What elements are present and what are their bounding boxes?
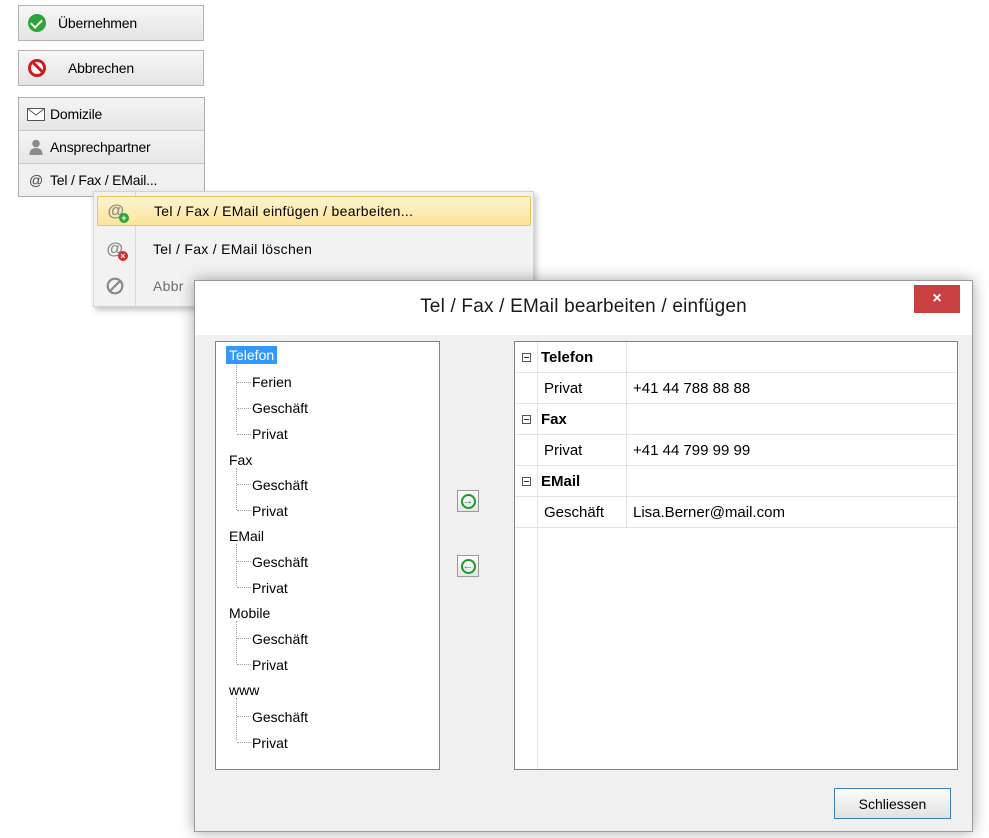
grid-group-label: EMail [537, 466, 627, 496]
tree-node-child[interactable]: Geschäft [252, 399, 308, 417]
close-icon: × [932, 290, 942, 307]
nav-item-label: Tel / Fax / EMail... [50, 172, 158, 188]
cancel-button[interactable]: Abbrechen [18, 50, 204, 86]
tree-connector [237, 587, 251, 588]
tree-connector [237, 638, 251, 639]
grid-cell-value[interactable]: +41 44 788 88 88 [627, 373, 750, 403]
menu-item-label: Tel / Fax / EMail löschen [153, 241, 313, 257]
remove-entry-button[interactable]: ← [457, 555, 479, 577]
menu-item-label: Tel / Fax / EMail einfügen / bearbeiten.… [154, 203, 414, 219]
grid-group-row[interactable]: Telefon [515, 342, 957, 373]
tree-connector [236, 698, 237, 740]
tree-node-child[interactable]: Privat [252, 734, 288, 752]
grid-cell-type: Privat [537, 435, 627, 465]
grid-row[interactable]: Geschäft Lisa.Berner@mail.com [515, 497, 957, 528]
schliessen-button[interactable]: Schliessen [834, 788, 951, 819]
grid-group-row[interactable]: EMail [515, 466, 957, 497]
tree-node-child[interactable]: Privat [252, 425, 288, 443]
tree-connector [237, 382, 251, 383]
grid-cell-type: Geschäft [537, 497, 627, 527]
tree-connector [237, 742, 251, 743]
grid-row[interactable]: Privat +41 44 788 88 88 [515, 373, 957, 404]
tree-node-child[interactable]: Geschäft [252, 708, 308, 726]
nav-item-label: Ansprechpartner [50, 139, 151, 155]
grid-row[interactable]: Privat +41 44 799 99 99 [515, 435, 957, 466]
tree-node-child[interactable]: Ferien [252, 373, 292, 391]
collapse-icon[interactable] [521, 476, 531, 486]
person-icon [26, 139, 46, 155]
at-add-icon: @ + [107, 202, 129, 223]
check-icon [28, 14, 46, 32]
tree-node-child[interactable]: Privat [252, 579, 288, 597]
menu-item-insert-edit[interactable]: @ + Tel / Fax / EMail einfügen / bearbeit… [97, 196, 531, 226]
grid-group-row[interactable]: Fax [515, 404, 957, 435]
at-icon: @ [28, 172, 43, 188]
tree-connector [237, 716, 251, 717]
tree-node-telefon[interactable]: Telefon [226, 346, 278, 364]
grid-group-label: Telefon [537, 342, 627, 372]
apply-button-label: Übernehmen [58, 15, 137, 31]
category-tree[interactable]: Telefon Ferien Geschäft Privat Fax Gesch… [215, 341, 440, 770]
tree-connector [237, 434, 251, 435]
arrow-left-icon: ← [460, 558, 476, 574]
edit-dialog: Tel / Fax / EMail bearbeiten / einfügen … [194, 280, 973, 832]
tree-node-child[interactable]: Geschäft [252, 630, 308, 648]
nav-item-label: Domizile [50, 106, 103, 122]
collapse-icon[interactable] [521, 352, 531, 362]
menu-item-label: Abbr [153, 278, 184, 294]
tree-node-mobile[interactable]: Mobile [226, 604, 273, 622]
nav-item-domizile[interactable]: Domizile [19, 98, 204, 130]
tree-node-child[interactable]: Geschäft [252, 476, 308, 494]
cancel-icon [97, 277, 133, 295]
tree-connector [236, 621, 237, 663]
grid-cell-value[interactable]: +41 44 799 99 99 [627, 435, 750, 465]
menu-item-delete[interactable]: @ × Tel / Fax / EMail löschen [97, 234, 531, 264]
tree-node-fax[interactable]: Fax [226, 451, 255, 469]
dialog-close-button[interactable]: × [914, 285, 960, 313]
side-nav: Domizile Ansprechpartner @ Tel / Fax / E… [18, 97, 205, 197]
grid-group-label: Fax [537, 404, 627, 434]
grid-cell-value[interactable]: Lisa.Berner@mail.com [627, 497, 785, 527]
dialog-title: Tel / Fax / EMail bearbeiten / einfügen [420, 296, 747, 317]
collapse-icon[interactable] [521, 414, 531, 424]
tree-node-www[interactable]: www [226, 681, 262, 699]
apply-button[interactable]: Übernehmen [18, 5, 204, 41]
tree-node-child[interactable]: Geschäft [252, 553, 308, 571]
tree-connector [237, 408, 251, 409]
arrow-right-icon: → [460, 493, 476, 509]
tree-connector [236, 468, 237, 510]
tree-node-child[interactable]: Privat [252, 502, 288, 520]
tree-connector [237, 561, 251, 562]
cancel-icon [28, 59, 46, 77]
contact-grid[interactable]: Telefon Privat +41 44 788 88 88 Fax Priv… [514, 341, 958, 770]
cancel-button-label: Abbrechen [68, 60, 134, 76]
envelope-icon [26, 107, 46, 121]
at-delete-icon: @ × [106, 240, 128, 261]
nav-item-ansprechpartner[interactable]: Ansprechpartner [19, 130, 204, 163]
add-entry-button[interactable]: → [457, 490, 479, 512]
grid-cell-type: Privat [537, 373, 627, 403]
tree-connector [237, 484, 251, 485]
tree-node-child[interactable]: Privat [252, 656, 288, 674]
dialog-titlebar: Tel / Fax / EMail bearbeiten / einfügen … [195, 281, 972, 335]
tree-connector [236, 362, 237, 432]
tree-connector [237, 664, 251, 665]
tree-connector [236, 544, 237, 586]
tree-node-email[interactable]: EMail [226, 527, 267, 545]
tree-connector [237, 510, 251, 511]
